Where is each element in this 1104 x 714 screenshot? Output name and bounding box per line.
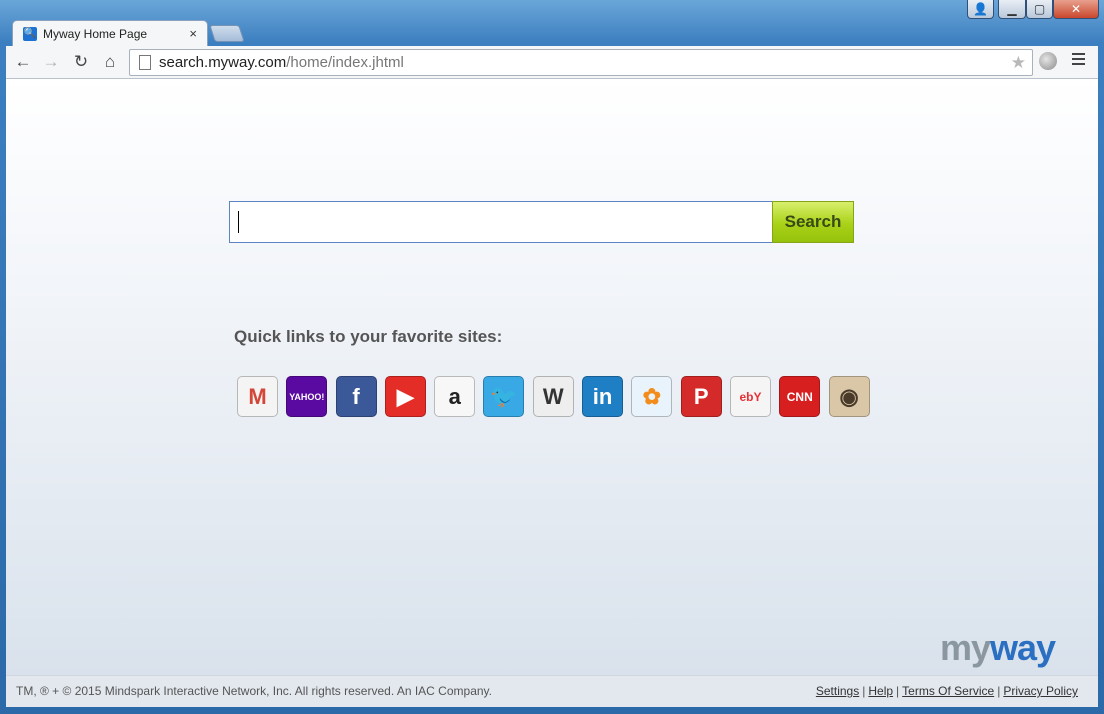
quick-link-twitter-icon[interactable]: 🐦 <box>483 376 525 417</box>
quick-link-pinterest-icon[interactable]: P <box>680 376 722 417</box>
hamburger-menu-icon[interactable] <box>1072 53 1085 68</box>
quick-link-instagram-icon[interactable]: ◉ <box>828 376 870 417</box>
quick-link-facebook-icon[interactable]: f <box>335 376 377 417</box>
forward-arrow-icon[interactable]: → <box>40 51 62 73</box>
tab-close-icon[interactable]: × <box>189 26 197 41</box>
home-icon[interactable]: ⌂ <box>99 51 121 73</box>
quick-link-amazon-icon[interactable]: a <box>434 376 476 417</box>
quick-link-linkedin-icon[interactable]: in <box>582 376 624 417</box>
help-link[interactable]: Help <box>868 684 893 698</box>
copyright-text: TM, ® + © 2015 Mindspark Interactive Net… <box>16 684 492 698</box>
search-favicon-icon: 🔍 <box>23 26 37 41</box>
new-tab-button[interactable] <box>209 25 245 42</box>
footer-links: Settings | Help | Terms Of Service | Privacy P… <box>815 684 1078 698</box>
search-input[interactable] <box>229 201 773 243</box>
quick-links-bar: M YAHOO! f ▶ a 🐦 Win ✿ PebY CNN ◉ <box>237 376 878 417</box>
close-window-button[interactable]: ✕ <box>1053 0 1099 19</box>
globe-extension-icon[interactable] <box>1039 52 1057 70</box>
page-icon <box>139 55 151 70</box>
quick-link-msn-icon[interactable]: ✿ <box>631 376 673 417</box>
browser-toolbar: ← → ↻ ⌂ search.myway.com/home/index.jhtm… <box>6 46 1098 79</box>
url-path: /home/index.jhtml <box>286 54 404 71</box>
quick-link-wikipedia-icon[interactable]: W <box>532 376 574 417</box>
reload-icon[interactable]: ↻ <box>70 51 92 73</box>
privacy-link[interactable]: Privacy Policy <box>1003 684 1078 698</box>
bookmark-star-icon[interactable]: ★ <box>1011 53 1026 73</box>
quick-link-gmail-icon[interactable]: M <box>237 376 278 417</box>
quick-links-title: Quick links to your favorite sites: <box>234 327 503 346</box>
tab-title: Myway Home Page <box>43 26 148 41</box>
myway-logo: myway <box>940 627 1056 668</box>
quick-link-yahoo-icon[interactable]: YAHOO! <box>286 376 328 417</box>
minimize-button[interactable]: ▁ <box>998 0 1026 19</box>
quick-link-cnn-icon[interactable]: CNN <box>779 376 821 417</box>
quick-link-ebay-icon[interactable]: ebY <box>729 376 771 417</box>
address-bar[interactable]: search.myway.com/home/index.jhtml ★ <box>129 49 1033 76</box>
search-button[interactable]: Search <box>772 201 854 243</box>
footer: TM, ® + © 2015 Mindspark Interactive Net… <box>6 675 1098 707</box>
user-profile-icon[interactable]: 👤 <box>967 0 994 19</box>
text-caret <box>238 211 239 233</box>
browser-window: 👤 ▁ ▢ ✕ 🔍 Myway Home Page × ← → ↻ ⌂ sear… <box>0 0 1104 714</box>
maximize-button[interactable]: ▢ <box>1026 0 1053 19</box>
page-content: Search Quick links to your favorite site… <box>6 79 1098 675</box>
back-arrow-icon[interactable]: ← <box>12 51 34 73</box>
url-host: search.myway.com <box>159 54 287 71</box>
settings-link[interactable]: Settings <box>816 684 859 698</box>
quick-link-youtube-icon[interactable]: ▶ <box>384 376 426 417</box>
tab-myway-home[interactable]: 🔍 Myway Home Page × <box>12 20 208 46</box>
terms-link[interactable]: Terms Of Service <box>902 684 994 698</box>
